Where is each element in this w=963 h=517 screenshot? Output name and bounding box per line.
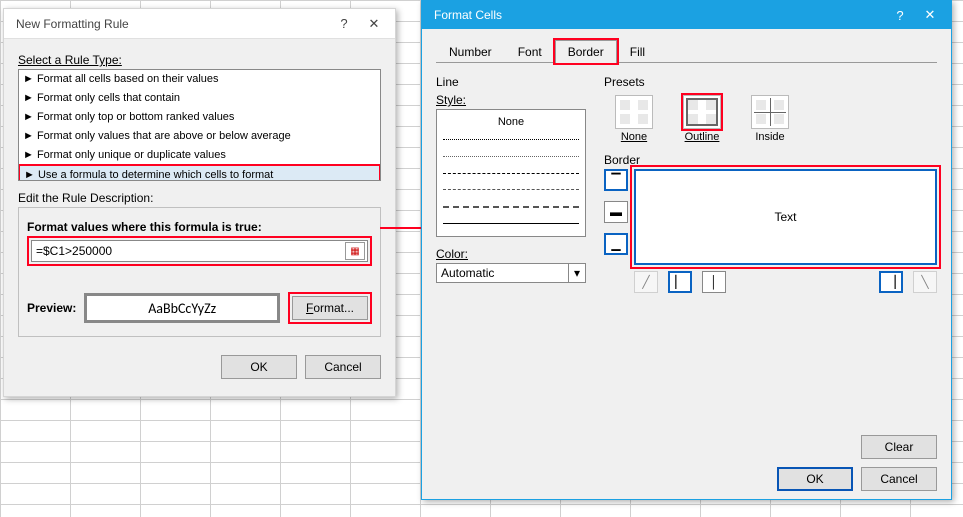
- dlg1-titlebar[interactable]: New Formatting Rule ? ✕: [4, 9, 395, 39]
- format-cells-dialog: Format Cells ? ✕ Number Font Border Fill…: [421, 0, 952, 500]
- new-formatting-rule-dialog: New Formatting Rule ? ✕ Select a Rule Ty…: [3, 8, 396, 397]
- style-label: Style:: [436, 93, 586, 107]
- rule-type-listbox[interactable]: ► Format all cells based on their values…: [18, 69, 381, 181]
- line-style-listbox[interactable]: None: [436, 109, 586, 237]
- select-rule-type-label: Select a Rule Type:: [18, 53, 381, 67]
- preset-none[interactable]: None: [608, 95, 660, 143]
- dlg2-cancel-button[interactable]: Cancel: [861, 467, 937, 491]
- border-diag-up-button[interactable]: ╱: [634, 271, 658, 293]
- border-group-label: Border: [604, 153, 937, 167]
- line-style-none[interactable]: None: [443, 115, 579, 130]
- border-middle-v-button[interactable]: │: [702, 271, 726, 293]
- clear-button[interactable]: Clear: [861, 435, 937, 459]
- line-style-item[interactable]: [443, 149, 579, 164]
- line-style-item[interactable]: [443, 216, 579, 231]
- color-select-value: Automatic: [441, 266, 494, 280]
- line-style-item[interactable]: [443, 132, 579, 147]
- tab-fill[interactable]: Fill: [617, 40, 658, 63]
- border-diag-down-button[interactable]: ╲: [913, 271, 937, 293]
- dlg1-ok-button[interactable]: OK: [221, 355, 297, 379]
- dlg2-help-button[interactable]: ?: [885, 8, 915, 23]
- border-middle-h-button[interactable]: ▬: [604, 201, 628, 223]
- edit-rule-description-label: Edit the Rule Description:: [18, 191, 381, 205]
- color-label: Color:: [436, 247, 586, 261]
- preset-outline[interactable]: Outline: [676, 95, 728, 143]
- tab-font[interactable]: Font: [505, 40, 555, 63]
- chevron-down-icon: ▾: [568, 264, 585, 282]
- line-group-label: Line: [436, 75, 586, 89]
- border-top-button[interactable]: ▔: [604, 169, 628, 191]
- rule-type-item[interactable]: ► Format all cells based on their values: [19, 70, 380, 89]
- preview-label: Preview:: [27, 301, 76, 315]
- preset-inside[interactable]: Inside: [744, 95, 796, 143]
- rule-type-item-selected[interactable]: ► Use a formula to determine which cells…: [18, 164, 381, 181]
- dlg2-title: Format Cells: [428, 8, 885, 22]
- line-style-item[interactable]: [443, 166, 579, 181]
- formula-input-row: ▦: [31, 240, 368, 262]
- dlg1-cancel-button[interactable]: Cancel: [305, 355, 381, 379]
- dlg1-close-button[interactable]: ✕: [359, 16, 389, 32]
- line-style-item[interactable]: [443, 182, 579, 197]
- formula-input[interactable]: [32, 242, 345, 260]
- rule-type-item[interactable]: ► Format only unique or duplicate values: [19, 146, 380, 165]
- dlg1-help-button[interactable]: ?: [329, 16, 359, 31]
- rule-type-item[interactable]: ► Format only values that are above or b…: [19, 127, 380, 146]
- range-selector-icon[interactable]: ▦: [345, 242, 365, 260]
- dlg1-title: New Formatting Rule: [10, 17, 329, 31]
- formula-label: Format values where this formula is true…: [27, 220, 372, 234]
- preview-sample: AaBbCcYyZz: [84, 293, 280, 323]
- dlg2-ok-button[interactable]: OK: [777, 467, 853, 491]
- color-select[interactable]: Automatic ▾: [436, 263, 586, 283]
- dlg2-titlebar[interactable]: Format Cells ? ✕: [422, 1, 951, 29]
- tab-border[interactable]: Border: [555, 40, 617, 63]
- rule-type-item[interactable]: ► Format only cells that contain: [19, 89, 380, 108]
- line-style-item[interactable]: [443, 199, 579, 214]
- border-preview: Text: [634, 169, 937, 265]
- border-right-button[interactable]: ▕: [879, 271, 903, 293]
- tab-number[interactable]: Number: [436, 40, 505, 63]
- format-button[interactable]: Format...: [292, 296, 368, 320]
- border-left-button[interactable]: ▏: [668, 271, 692, 293]
- presets-label: Presets: [604, 75, 937, 89]
- dlg2-close-button[interactable]: ✕: [915, 7, 945, 23]
- tabs: Number Font Border Fill: [436, 39, 937, 63]
- rule-type-item[interactable]: ► Format only top or bottom ranked value…: [19, 108, 380, 127]
- border-bottom-button[interactable]: ▁: [604, 233, 628, 255]
